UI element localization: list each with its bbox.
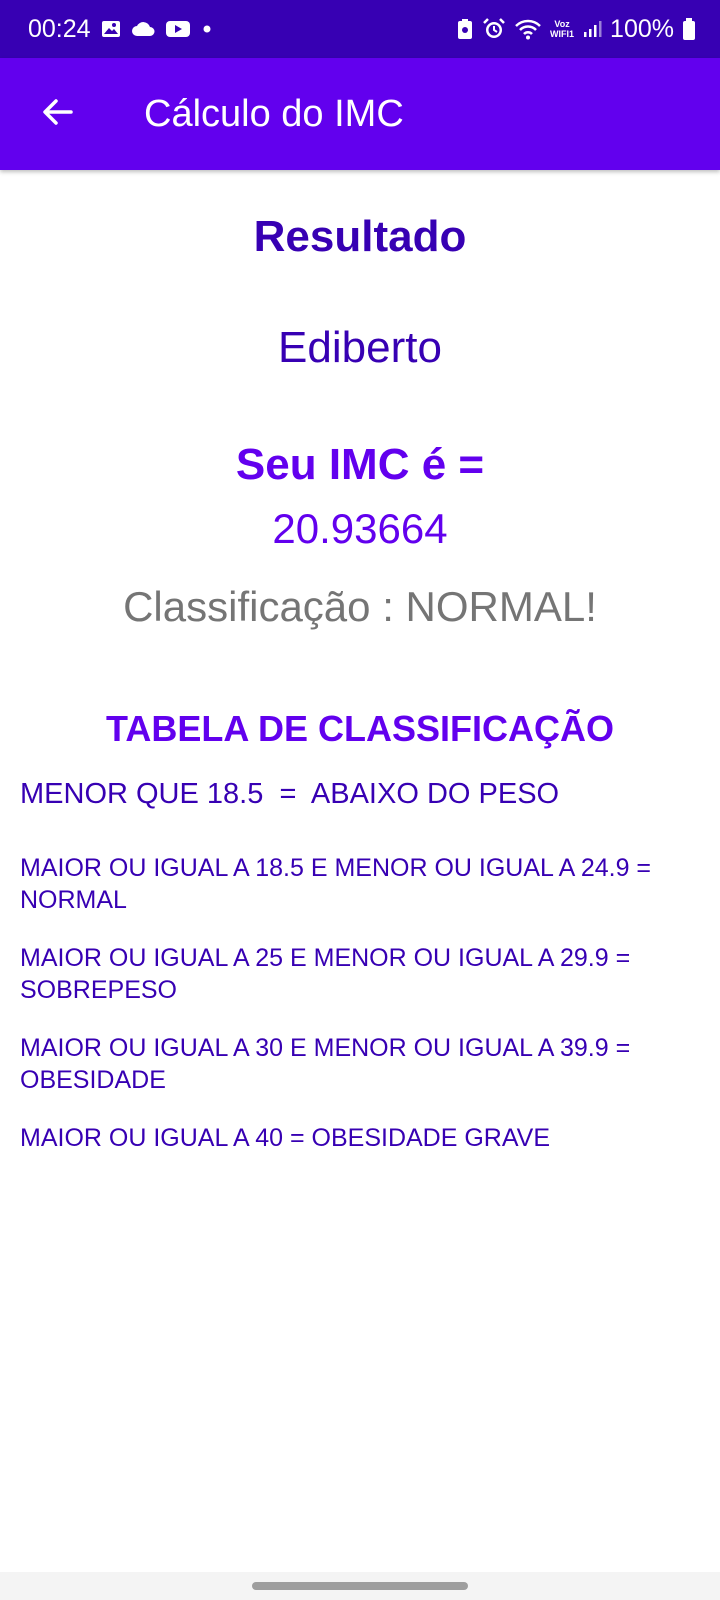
imc-value: 20.93664 bbox=[272, 505, 448, 552]
arrow-back-icon bbox=[41, 95, 75, 134]
status-right: Voz WIFI1 100% bbox=[456, 15, 696, 44]
notification-dot-icon bbox=[201, 23, 213, 35]
table-row: MAIOR OU IGUAL A 30 E MENOR OU IGUAL A 3… bbox=[20, 1034, 631, 1094]
table-row: MAIOR OU IGUAL A 40 = OBESIDADE GRAVE bbox=[20, 1124, 551, 1152]
status-left: 00:24 bbox=[28, 15, 213, 44]
signal-icon bbox=[582, 19, 602, 39]
cloud-icon bbox=[131, 20, 155, 38]
battery-icon bbox=[682, 17, 696, 41]
battery-percent: 100% bbox=[610, 14, 674, 43]
status-time: 00:24 bbox=[28, 14, 91, 43]
image-icon bbox=[101, 19, 121, 39]
voz-wifi-indicator: Voz WIFI1 bbox=[550, 19, 574, 39]
page-title: Cálculo do IMC bbox=[144, 92, 404, 135]
classification-text: Classificação : NORMAL! bbox=[123, 583, 597, 630]
table-row: MENOR QUE 18.5 = ABAIXO DO PESO bbox=[20, 778, 560, 810]
classification-table-title: TABELA DE CLASSIFICAÇÃO bbox=[106, 708, 614, 749]
table-row: MAIOR OU IGUAL A 18.5 E MENOR OU IGUAL A… bbox=[20, 854, 652, 914]
back-button[interactable] bbox=[28, 84, 88, 144]
user-name: Ediberto bbox=[278, 323, 442, 372]
result-heading: Resultado bbox=[253, 212, 467, 261]
youtube-icon bbox=[165, 19, 191, 39]
battery-saver-icon bbox=[456, 18, 474, 40]
classification-table: MENOR QUE 18.5 = ABAIXO DO PESO MAIOR OU… bbox=[20, 776, 700, 1180]
voz-label: Voz bbox=[554, 19, 570, 29]
app-bar: Cálculo do IMC bbox=[0, 58, 720, 170]
wifi-label: WIFI1 bbox=[550, 29, 575, 39]
table-row: MAIOR OU IGUAL A 25 E MENOR OU IGUAL A 2… bbox=[20, 944, 631, 1004]
wifi-icon bbox=[514, 18, 542, 40]
alarm-icon bbox=[482, 17, 506, 41]
home-gesture-handle[interactable] bbox=[252, 1582, 468, 1590]
imc-label: Seu IMC é = bbox=[235, 440, 485, 489]
status-bar: 00:24 Voz WIFI1 100% bbox=[0, 0, 720, 58]
navigation-bar bbox=[0, 1572, 720, 1600]
